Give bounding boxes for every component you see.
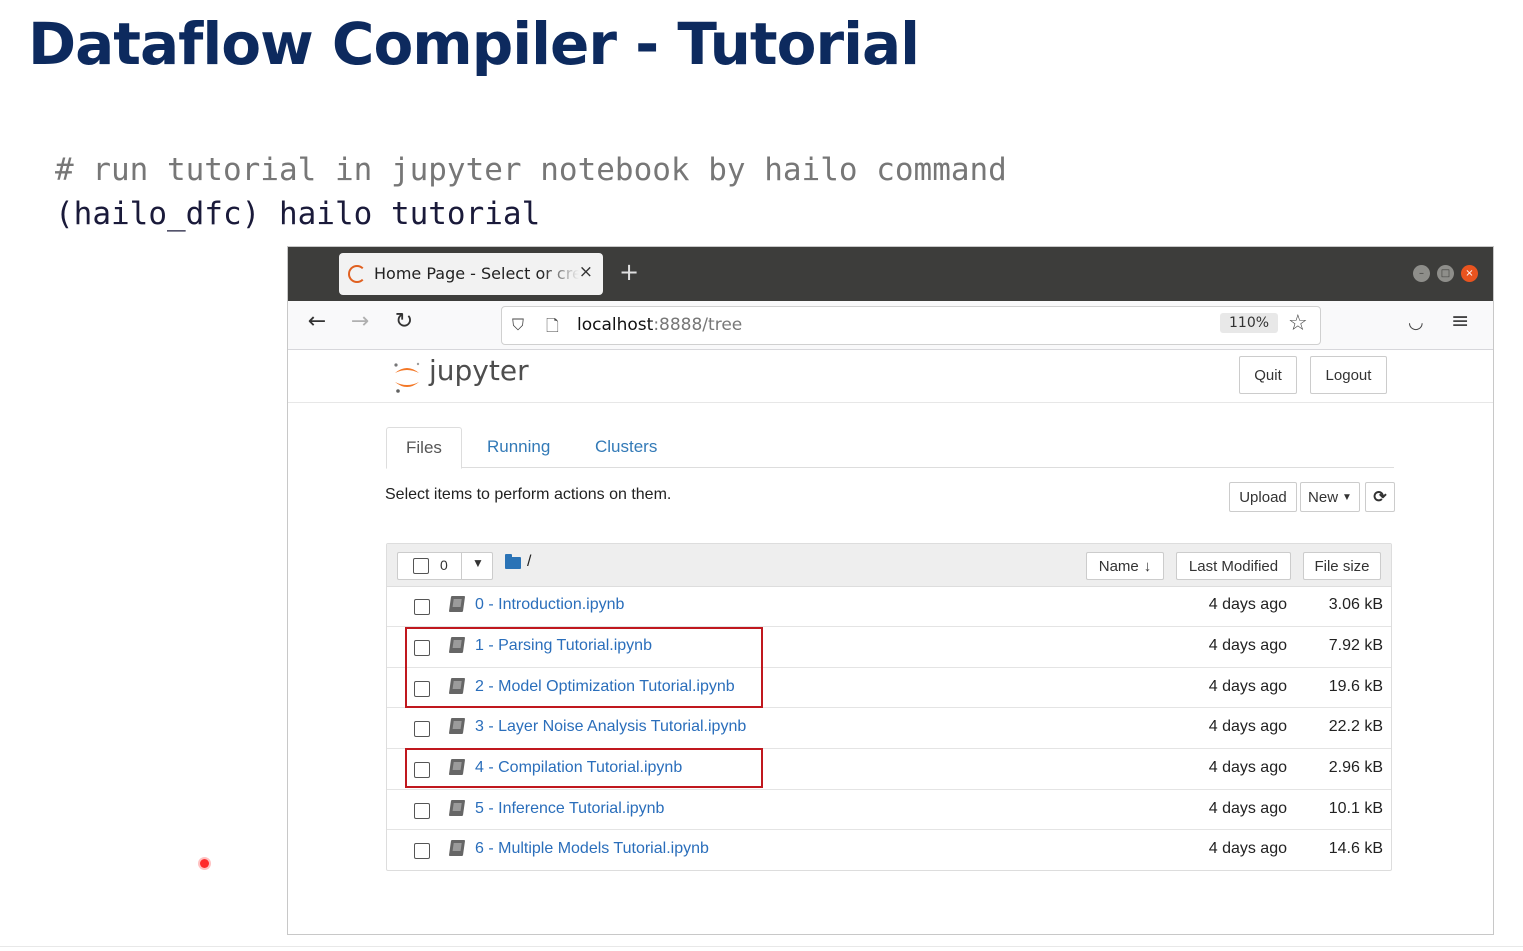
file-size: 3.06 kB [1328,596,1383,613]
page-icon: 🗋 [546,316,559,335]
url-host: localhost [577,315,654,335]
tab-running[interactable]: Running [468,427,569,467]
tab-clusters[interactable]: Clusters [576,427,676,467]
instructions-text: Select items to perform actions on them. [385,486,672,503]
close-window-icon[interactable]: × [1461,265,1478,282]
list-item[interactable]: 5 - Inference Tutorial.ipynb 4 days ago … [387,789,1391,830]
notebook-icon [448,596,466,612]
refresh-button[interactable]: ⟳ [1365,482,1395,512]
logout-button[interactable]: Logout [1310,356,1387,394]
file-list-header: 0 ▼ / Name ↓ Last Modified File size [387,544,1391,587]
file-size: 2.96 kB [1328,759,1383,776]
file-modified: 4 days ago [1208,596,1287,613]
divider [0,946,1523,947]
highlight-box [405,748,763,788]
file-modified: 4 days ago [1208,718,1287,735]
file-size: 7.92 kB [1328,637,1383,654]
hamburger-menu-icon[interactable]: ≡ [1451,309,1469,334]
row-checkbox[interactable] [414,803,430,819]
list-item[interactable]: 3 - Layer Noise Analysis Tutorial.ipynb … [387,707,1391,748]
row-checkbox[interactable] [414,721,430,737]
notebook-icon [448,800,466,816]
browser-navbar: ← → ↻ ⛉ 🗋 localhost:8888/tree 110% ☆ ◡ ≡ [288,301,1493,350]
quit-button[interactable]: Quit [1239,356,1297,394]
arrow-down-icon: ↓ [1143,557,1152,575]
file-modified: 4 days ago [1208,840,1287,857]
close-tab-icon[interactable]: × [579,262,593,282]
file-size: 19.6 kB [1328,678,1383,695]
pocket-icon[interactable]: ◡ [1408,312,1424,333]
browser-titlebar: Home Page - Select or create a notebook … [288,247,1493,301]
row-checkbox[interactable] [414,599,430,615]
tabs-divider [386,467,1394,468]
file-name-link[interactable]: 6 - Multiple Models Tutorial.ipynb [475,840,709,858]
shield-icon[interactable]: ⛉ [512,315,524,335]
refresh-icon: ⟳ [1373,489,1387,506]
browser-window: Home Page - Select or create a notebook … [287,246,1494,935]
folder-icon[interactable] [505,554,521,569]
notebook-icon [448,718,466,734]
laser-pointer-dot [200,859,209,868]
upload-button[interactable]: Upload [1229,482,1297,512]
file-name-link[interactable]: 0 - Introduction.ipynb [475,596,624,614]
tab-files[interactable]: Files [386,427,462,469]
file-name-link[interactable]: 3 - Layer Noise Analysis Tutorial.ipynb [475,718,746,736]
reload-button[interactable]: ↻ [391,309,417,334]
sort-file-size-button[interactable]: File size [1303,552,1381,580]
back-button[interactable]: ← [304,309,330,334]
breadcrumb[interactable]: / [527,553,531,571]
minimize-icon[interactable]: – [1413,265,1430,282]
file-modified: 4 days ago [1208,637,1287,654]
divider [461,553,462,579]
new-tab-button[interactable]: + [619,258,639,286]
file-size: 14.6 kB [1328,840,1383,857]
code-command: (hailo_dfc) hailo tutorial [55,196,541,232]
file-modified: 4 days ago [1208,678,1287,695]
caret-down-icon: ▼ [1342,491,1352,503]
notebook-icon [448,840,466,856]
star-icon[interactable]: ☆ [1288,311,1308,336]
new-label: New [1308,488,1339,506]
name-column-label: Name [1098,557,1139,575]
file-name-link[interactable]: 5 - Inference Tutorial.ipynb [475,800,664,818]
maximize-icon[interactable]: □ [1437,265,1454,282]
url-path: :8888/tree [653,315,743,335]
zoom-level[interactable]: 110% [1220,313,1279,333]
url-text[interactable]: localhost:8888/tree [577,315,742,335]
row-checkbox[interactable] [414,843,430,859]
code-comment: # run tutorial in jupyter notebook by ha… [55,152,1007,188]
file-size: 22.2 kB [1328,718,1383,735]
forward-button[interactable]: → [347,309,373,334]
url-bar[interactable]: ⛉ 🗋 localhost:8888/tree 110% ☆ [501,306,1321,345]
jupyter-logo-icon [394,362,420,393]
file-size: 10.1 kB [1328,800,1383,817]
sort-name-button[interactable]: Name ↓ [1086,552,1164,580]
select-all-group[interactable]: 0 ▼ [397,552,493,580]
new-dropdown-button[interactable]: New ▼ [1300,482,1360,512]
list-item[interactable]: 0 - Introduction.ipynb 4 days ago 3.06 k… [387,586,1391,626]
tab-title: Home Page - Select or create a notebook [374,264,579,283]
loading-spinner-icon [348,265,366,283]
browser-tab[interactable]: Home Page - Select or create a notebook … [339,253,603,295]
jupyter-logo-text[interactable]: jupyter [429,354,529,387]
caret-down-icon[interactable]: ▼ [472,556,484,570]
select-all-checkbox[interactable] [413,558,429,574]
file-modified: 4 days ago [1208,759,1287,776]
sort-last-modified-button[interactable]: Last Modified [1176,552,1291,580]
jupyter-page: jupyter Quit Logout Files Running Cluste… [288,350,1493,934]
jupyter-header: jupyter Quit Logout [288,350,1493,403]
selected-count: 0 [440,557,448,573]
file-modified: 4 days ago [1208,800,1287,817]
highlight-box [405,627,763,708]
slide-title: Dataflow Compiler - Tutorial [28,10,920,78]
list-item[interactable]: 6 - Multiple Models Tutorial.ipynb 4 day… [387,829,1391,870]
